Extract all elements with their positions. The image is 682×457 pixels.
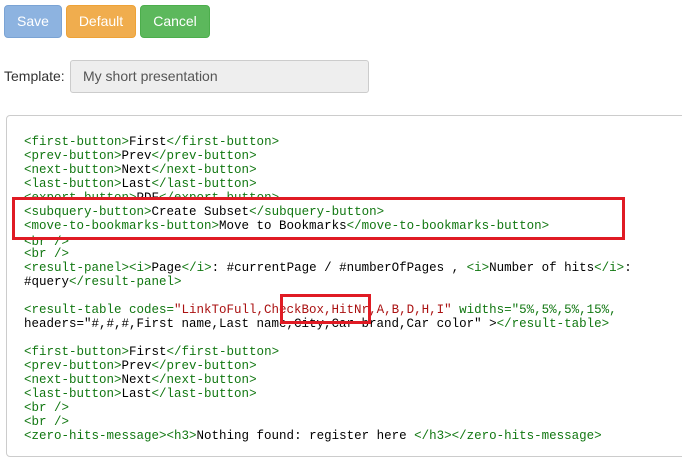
code-line: <first-button>First</first-button> — [24, 135, 280, 149]
default-button[interactable]: Default — [66, 5, 136, 38]
code-line: <br /> — [24, 247, 70, 261]
code-content: <first-button>First</first-button> <prev… — [24, 135, 682, 446]
code-line: <last-button>Last</last-button> — [24, 387, 257, 401]
save-button[interactable]: Save — [4, 5, 62, 38]
code-line: <br /> — [24, 401, 70, 415]
cancel-button[interactable]: Cancel — [140, 5, 210, 38]
code-line: <last-button>Last</last-button> — [24, 177, 257, 191]
code-line: <first-button>First</first-button> — [24, 345, 280, 359]
code-line: #query</result-panel> — [24, 275, 182, 289]
code-line: <result-panel><i>Page</i>: #currentPage … — [24, 261, 632, 275]
highlight-box-checkbox — [280, 294, 371, 324]
template-label: Template: — [4, 68, 65, 84]
code-line: <prev-button>Prev</prev-button> — [24, 359, 257, 373]
highlight-box-buttons — [12, 197, 625, 240]
code-line: <next-button>Next</next-button> — [24, 373, 257, 387]
code-line: <prev-button>Prev</prev-button> — [24, 149, 257, 163]
code-line: <next-button>Next</next-button> — [24, 163, 257, 177]
template-name-field[interactable]: My short presentation — [70, 60, 369, 93]
code-line: <zero-hits-message><h3>Nothing found: re… — [24, 429, 602, 443]
code-line: <br /> — [24, 415, 70, 429]
